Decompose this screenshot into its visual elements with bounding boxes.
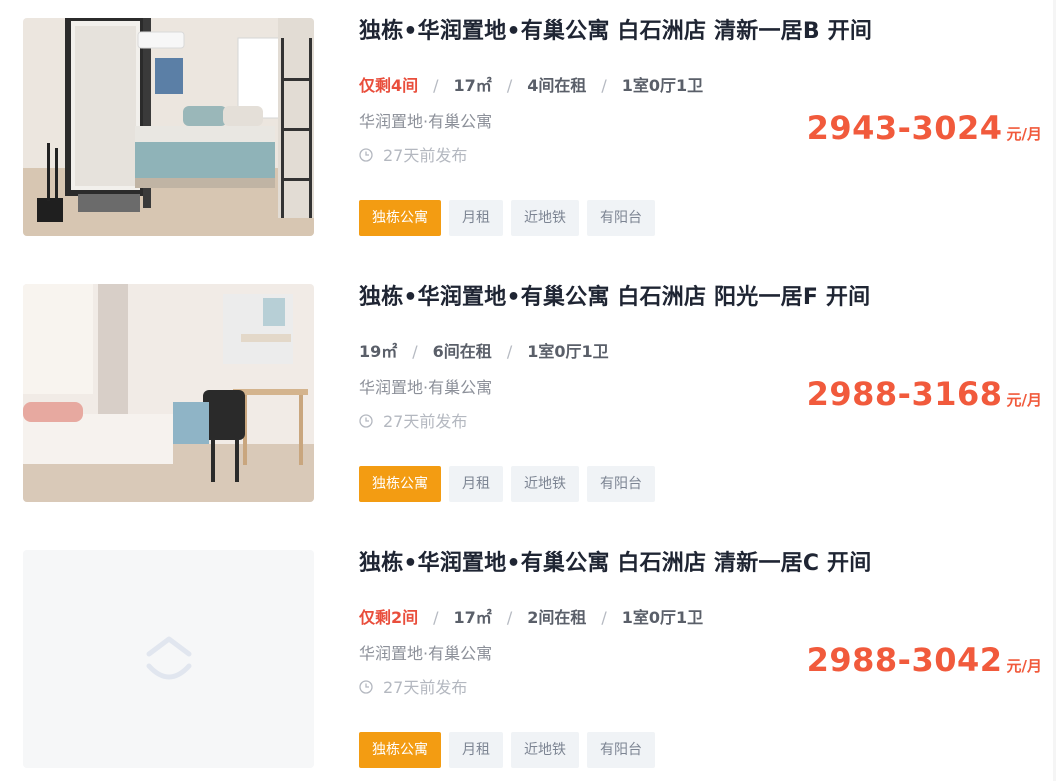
price-unit: 元/月 [1006,657,1042,675]
tag-balcony: 有阳台 [587,732,655,768]
remaining-count: 仅剩2间 [359,608,419,627]
listing-title[interactable]: 独栋•华润置地•有巢公寓 白石洲店 清新一居B 开间 [359,18,872,46]
listing-brand: 华润置地·有巢公寓 [359,644,493,663]
room-area: 19㎡ [359,342,398,361]
rooms-in-rent: 6间在租 [432,342,492,361]
publish-time: 27天前发布 [359,146,467,166]
tag-monthly-rent: 月租 [449,732,503,768]
tag-balcony: 有阳台 [587,466,655,502]
clock-icon [359,680,373,694]
listing-photo[interactable] [23,550,314,768]
listing-price: 2988-3042 元/月 [807,640,1042,686]
bedroom-photo-image [23,284,314,502]
listing-title[interactable]: 独栋•华润置地•有巢公寓 白石洲店 清新一居C 开间 [359,550,871,578]
meta-separator: / [433,608,439,627]
meta-separator: / [506,76,513,95]
tag-apartment-type: 独栋公寓 [359,200,441,236]
remaining-count: 仅剩4间 [359,76,419,95]
room-layout: 1室0厅1卫 [621,76,704,95]
clock-icon [359,148,373,162]
listing-tags: 独栋公寓 月租 近地铁 有阳台 [359,732,663,768]
publish-time-text: 27天前发布 [383,146,468,165]
listing-meta: 仅剩2间 / 17㎡ / 2间在租 / 1室0厅1卫 [359,608,703,628]
tag-balcony: 有阳台 [587,200,655,236]
photo-placeholder [23,550,314,768]
meta-separator: / [506,608,513,627]
rooms-in-rent: 4间在租 [527,76,587,95]
listing-meta: 仅剩4间 / 17㎡ / 4间在租 / 1室0厅1卫 [359,76,703,96]
room-layout: 1室0厅1卫 [527,342,609,361]
publish-time: 27天前发布 [359,412,467,432]
room-layout: 1室0厅1卫 [621,608,704,627]
listing-card: 独栋•华润置地•有巢公寓 白石洲店 清新一居C 开间 仅剩2间 / 17㎡ / 2间在租… [0,550,1056,781]
listing-photo[interactable] [23,284,314,502]
meta-separator: / [601,76,607,95]
tag-near-subway: 近地铁 [511,466,579,502]
rooms-in-rent: 2间在租 [527,608,587,627]
listing-price: 2943-3024 元/月 [807,108,1042,154]
listing-brand: 华润置地·有巢公寓 [359,378,493,397]
bedroom-photo-image [23,18,314,236]
clock-icon [359,414,373,428]
meta-separator: / [506,342,513,361]
room-area: 17㎡ [453,76,492,95]
price-range: 2988-3042 [806,641,1003,679]
listing-meta: 19㎡ / 6间在租 / 1室0厅1卫 [359,342,609,362]
price-unit: 元/月 [1006,125,1042,143]
meta-separator: / [601,608,607,627]
listing-tags: 独栋公寓 月租 近地铁 有阳台 [359,200,663,236]
room-area: 17㎡ [453,608,492,627]
price-range: 2988-3168 [806,375,1003,413]
price-range: 2943-3024 [806,109,1003,147]
listing-card: 独栋•华润置地•有巢公寓 白石洲店 阳光一居F 开间 19㎡ / 6间在租 / 1室0厅… [0,284,1056,524]
publish-time-text: 27天前发布 [383,678,468,697]
tag-near-subway: 近地铁 [511,732,579,768]
tag-monthly-rent: 月租 [449,200,503,236]
publish-time: 27天前发布 [359,678,467,698]
listing-tags: 独栋公寓 月租 近地铁 有阳台 [359,466,663,502]
listing-photo[interactable] [23,18,314,236]
listing-price: 2988-3168 元/月 [807,374,1042,420]
publish-time-text: 27天前发布 [383,412,468,431]
tag-near-subway: 近地铁 [511,200,579,236]
price-unit: 元/月 [1006,391,1042,409]
tag-apartment-type: 独栋公寓 [359,732,441,768]
tag-apartment-type: 独栋公寓 [359,466,441,502]
listing-brand: 华润置地·有巢公寓 [359,112,493,131]
listing-card: 独栋•华润置地•有巢公寓 白石洲店 清新一居B 开间 仅剩4间 / 17㎡ / 4间在租… [0,18,1056,258]
meta-separator: / [412,342,418,361]
meta-separator: / [433,76,439,95]
tag-monthly-rent: 月租 [449,466,503,502]
listing-title[interactable]: 独栋•华润置地•有巢公寓 白石洲店 阳光一居F 开间 [359,284,870,312]
